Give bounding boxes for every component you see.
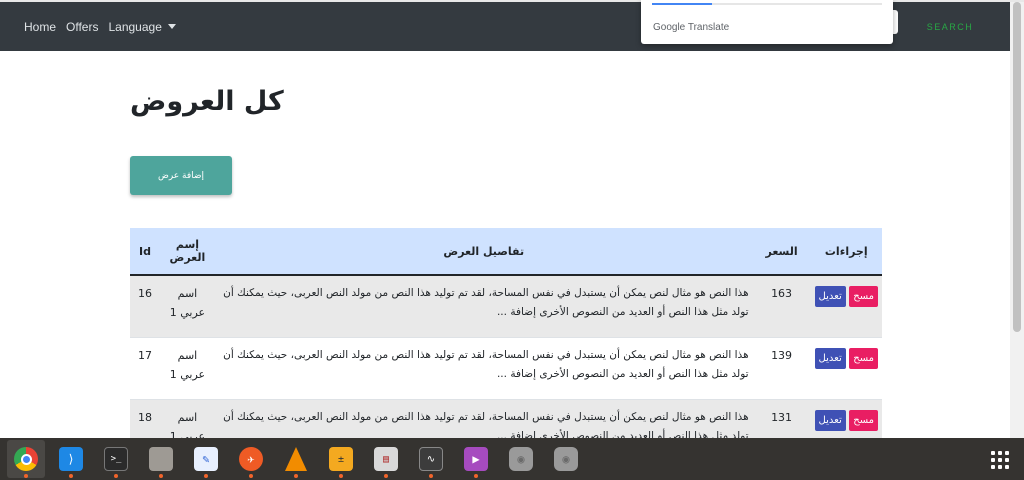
disk-icon: ◉: [554, 447, 578, 471]
text-editor-icon: ✎: [194, 447, 218, 471]
nav-language-dropdown[interactable]: Language: [108, 19, 176, 34]
delete-button[interactable]: مسح: [849, 347, 878, 369]
cell-price: 163: [771, 287, 793, 300]
table-row: 17 اسم عربي 1 هذا النص هو مثال لنص يمكن …: [130, 337, 882, 399]
taskbar-vscode[interactable]: ⟩: [52, 440, 90, 478]
nav-offers[interactable]: Offers: [66, 20, 98, 34]
taskbar: ⟩ >_ ✎ ✈ ± ▤ ∿ ▶ ◉ ◉: [0, 438, 1024, 480]
taskbar-terminal[interactable]: >_: [97, 440, 135, 478]
running-indicator: [69, 474, 73, 478]
files-icon: [149, 447, 173, 471]
chrome-icon: [14, 447, 38, 471]
running-indicator: [384, 474, 388, 478]
cell-actions: تعديل مسح: [811, 337, 882, 399]
header-price: السعر: [765, 244, 798, 258]
header-id: Id: [138, 244, 151, 258]
cell-price: 139: [771, 348, 793, 362]
running-indicator: [204, 474, 208, 478]
translate-progress-fill: [652, 3, 712, 5]
vscode-icon: ⟩: [59, 447, 83, 471]
cell-id: 17: [137, 348, 152, 362]
taskbar-vlc[interactable]: [277, 440, 315, 478]
vlc-icon: [285, 447, 307, 471]
edit-button[interactable]: تعديل: [814, 286, 846, 307]
running-indicator: [24, 474, 28, 478]
header-actions: إجراءات: [824, 244, 868, 258]
cell-offer-name: اسم عربي 1: [169, 348, 206, 381]
delete-button[interactable]: مسح: [849, 409, 878, 431]
header-offer-name: إسم العرض: [169, 238, 206, 264]
terminal-icon: >_: [104, 447, 128, 471]
calculator-icon: ±: [329, 447, 353, 471]
taskbar-disk-2[interactable]: ◉: [547, 440, 585, 478]
caret-down-icon: [167, 24, 176, 29]
running-indicator: [294, 474, 298, 478]
system-monitor-icon: ∿: [419, 447, 443, 471]
taskbar-text-editor[interactable]: ✎: [187, 440, 225, 478]
cell-offer-details: هذا النص هو مثال لنص يمكن أن يستبدل في ن…: [223, 287, 749, 318]
google-translate-popup: Google Translate: [641, 0, 893, 44]
edit-button[interactable]: تعديل: [814, 347, 846, 369]
cell-offer-name: اسم عربي 1: [169, 287, 206, 319]
delete-button[interactable]: مسح: [849, 286, 878, 307]
running-indicator: [339, 474, 343, 478]
page-scrollbar[interactable]: [1010, 2, 1024, 438]
cell-id: 16: [137, 287, 152, 300]
taskbar-postman[interactable]: ✈: [232, 440, 270, 478]
taskbar-calculator[interactable]: ±: [322, 440, 360, 478]
add-offer-button[interactable]: إضافة عرض: [130, 156, 232, 195]
running-indicator: [474, 474, 478, 478]
video-icon: ▶: [464, 447, 488, 471]
document-viewer-icon: ▤: [374, 447, 398, 471]
header-offer-details: تفاصيل العرض: [443, 244, 525, 258]
edit-button[interactable]: تعديل: [814, 409, 846, 431]
taskbar-system-monitor[interactable]: ∿: [412, 440, 450, 478]
search-button[interactable]: SEARCH: [915, 16, 985, 38]
scrollbar-thumb[interactable]: [1013, 2, 1021, 332]
app-grid-icon[interactable]: [991, 451, 1009, 469]
taskbar-document-viewer[interactable]: ▤: [367, 440, 405, 478]
running-indicator: [159, 474, 163, 478]
taskbar-chrome[interactable]: [7, 440, 45, 478]
running-indicator: [114, 474, 118, 478]
disk-icon: ◉: [509, 447, 533, 471]
postman-icon: ✈: [239, 447, 263, 471]
taskbar-video[interactable]: ▶: [457, 440, 495, 478]
running-indicator: [429, 474, 433, 478]
running-indicator: [249, 474, 253, 478]
table-row: 16 اسم عربي 1 هذا النص هو مثال لنص يمكن …: [130, 275, 882, 337]
nav-language-label: Language: [108, 19, 162, 34]
nav-home[interactable]: Home: [24, 20, 56, 34]
google-translate-brand: Google Translate: [653, 22, 730, 33]
page-title: كل العروض: [130, 86, 284, 117]
taskbar-files[interactable]: [142, 440, 180, 478]
cell-actions: تعديل مسح: [811, 275, 882, 337]
offers-table: Id إسم العرض تفاصيل العرض السعر إجراءات …: [130, 228, 882, 462]
taskbar-disk[interactable]: ◉: [502, 440, 540, 478]
table-header-row: Id إسم العرض تفاصيل العرض السعر إجراءات: [130, 228, 882, 275]
cell-offer-details: هذا النص هو مثال لنص يمكن أن يستبدل في ن…: [223, 348, 749, 380]
